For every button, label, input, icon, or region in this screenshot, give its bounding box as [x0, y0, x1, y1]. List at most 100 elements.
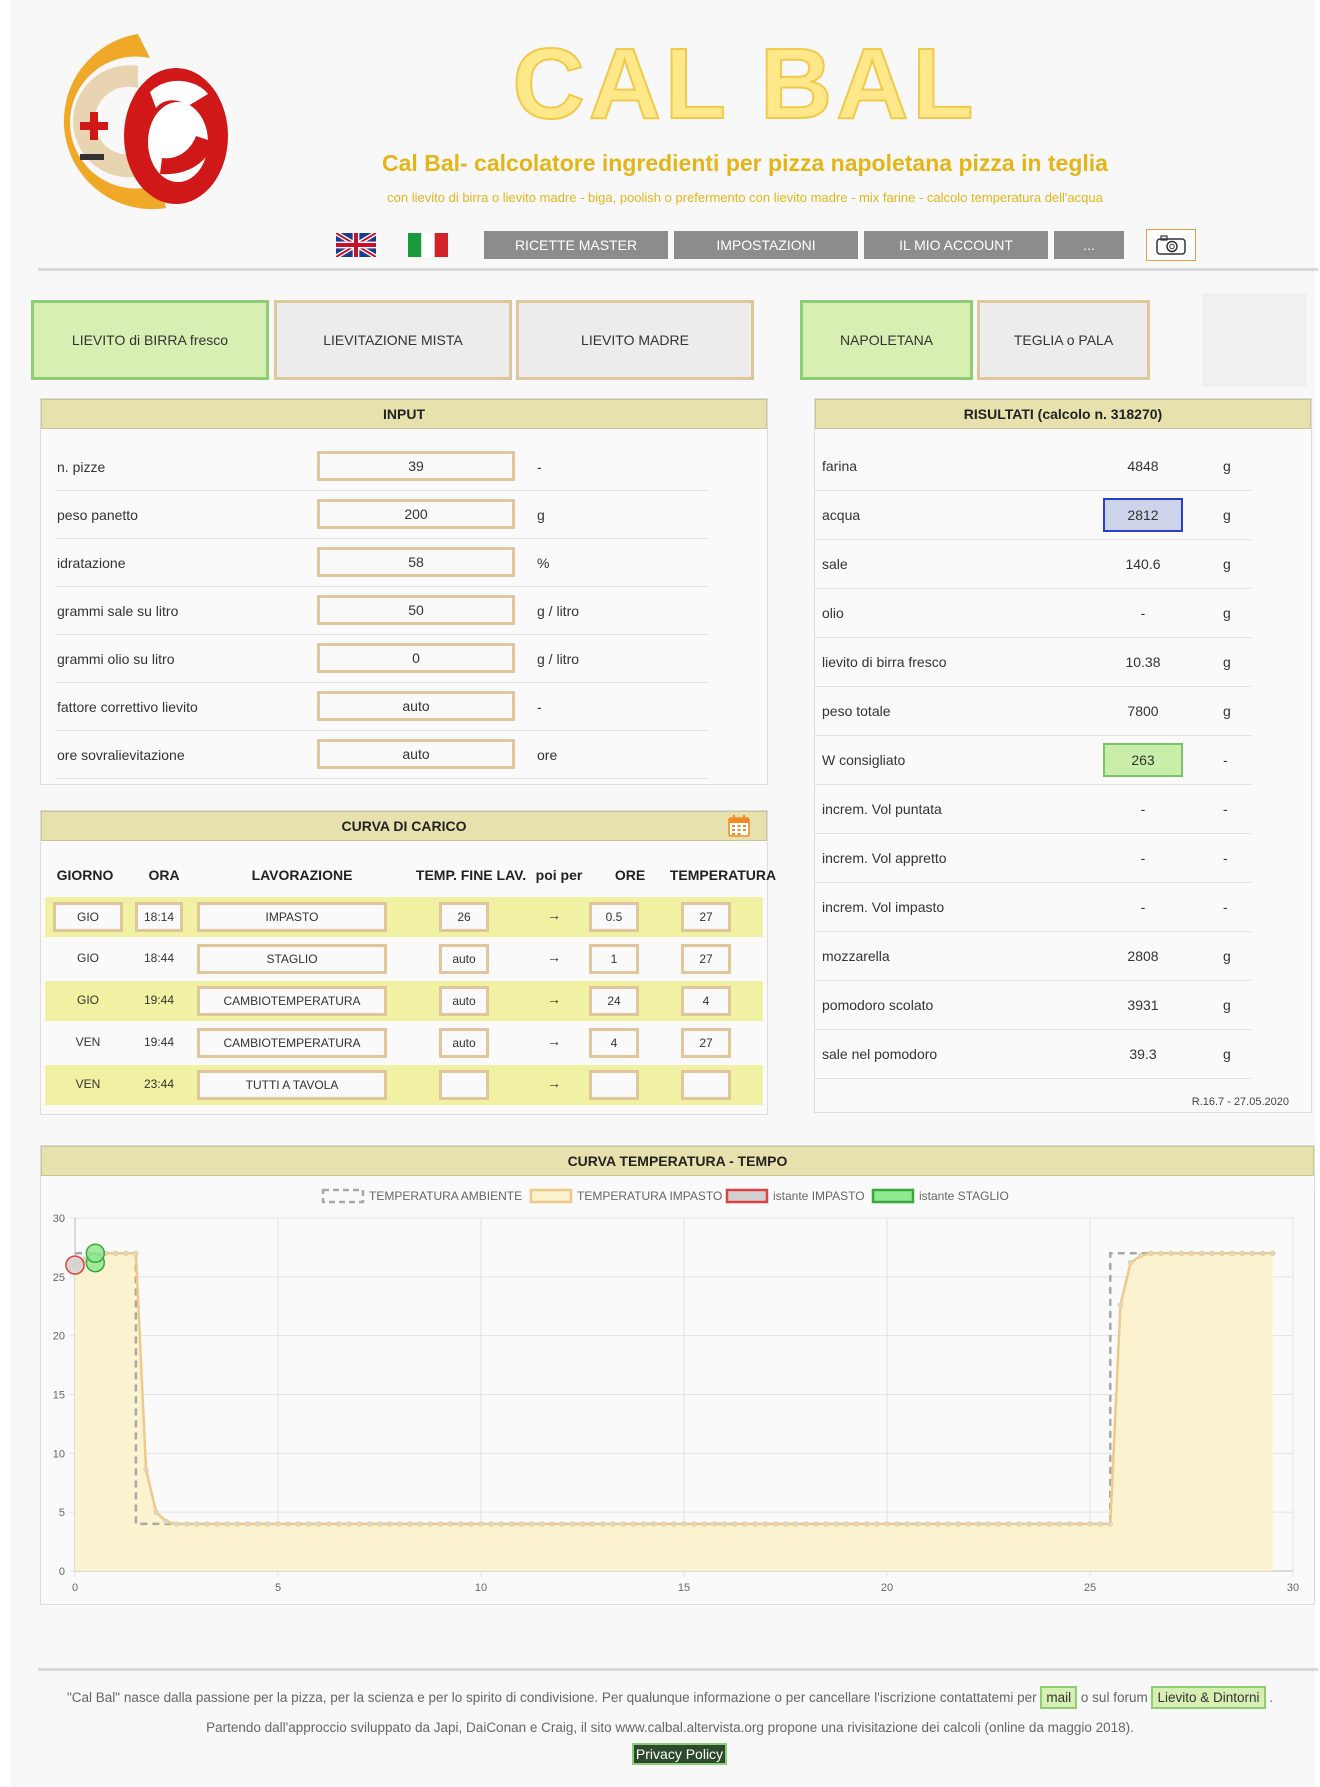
impasto-point — [478, 1521, 484, 1527]
app-subtitle: Cal Bal- calcolatore ingredienti per piz… — [382, 150, 1108, 176]
impasto-point — [955, 1521, 961, 1527]
result-value: 10.38 — [1125, 654, 1161, 670]
italy-flag-icon[interactable] — [408, 233, 448, 257]
temperatura-field[interactable]: 27 — [681, 902, 731, 932]
impasto-point — [904, 1521, 910, 1527]
lavorazione-select[interactable]: STAGLIO — [197, 944, 387, 974]
ore-field[interactable]: 1 — [589, 944, 639, 974]
ora-field[interactable]: 18:14 — [135, 902, 183, 932]
mail-link[interactable]: mail — [1040, 1686, 1078, 1709]
input-field[interactable]: 200 — [317, 499, 515, 529]
impasto-point — [386, 1521, 393, 1527]
temp-fine-field[interactable]: auto — [439, 944, 489, 974]
temperatura-field[interactable]: 4 — [681, 986, 731, 1016]
impasto-point — [133, 1250, 139, 1256]
x-tick-label: 15 — [678, 1582, 690, 1594]
ricette-master-button[interactable]: RICETTE MASTER — [484, 231, 668, 259]
temp-fine-field[interactable]: 26 — [439, 902, 489, 932]
lavorazione-select[interactable]: CAMBIOTEMPERATURA — [197, 1028, 387, 1058]
temperatura-field[interactable] — [681, 1070, 731, 1100]
giorno-text: VEN — [75, 1077, 101, 1091]
result-row: W consigliato 263 - — [815, 736, 1251, 785]
input-field[interactable]: auto — [317, 691, 515, 721]
result-label: lievito di birra fresco — [822, 654, 947, 670]
more-button[interactable]: ... — [1054, 231, 1124, 259]
impasto-point — [1107, 1521, 1113, 1527]
curve-header: poi per — [535, 867, 583, 883]
lavorazione-select[interactable]: TUTTI A TAVOLA — [197, 1070, 387, 1100]
result-unit: g — [1223, 948, 1231, 964]
temp-fine-field[interactable]: auto — [439, 1028, 489, 1058]
impasto-point — [661, 1521, 667, 1527]
arrow-icon: → — [547, 907, 561, 923]
impasto-point — [681, 1521, 687, 1527]
lavorazione-select[interactable]: IMPASTO — [197, 902, 387, 932]
impostazioni-button[interactable]: IMPOSTAZIONI — [674, 231, 858, 259]
temperatura-field[interactable]: 27 — [681, 944, 731, 974]
impasto-point — [356, 1521, 362, 1527]
ore-field[interactable]: 0.5 — [589, 902, 639, 932]
teglia-pala-button[interactable]: TEGLIA o PALA — [977, 300, 1150, 380]
results-panel-title: RISULTATI (calcolo n. 318270) — [815, 399, 1311, 429]
y-tick-label: 20 — [53, 1331, 65, 1343]
input-field[interactable]: 58 — [317, 547, 515, 577]
input-field[interactable]: 39 — [317, 451, 515, 481]
lievitazione-mista-button[interactable]: LIEVITAZIONE MISTA — [274, 300, 512, 380]
y-tick-label: 5 — [59, 1507, 65, 1519]
input-row: grammi olio su litro 0 g / litro — [55, 635, 709, 683]
impasto-point — [985, 1521, 992, 1527]
graph-panel: CURVA TEMPERATURA - TEMPO 0 5 10 15 20 25 30 0 5… — [40, 1145, 1315, 1605]
input-field[interactable]: 50 — [317, 595, 515, 625]
version-label: R.16.7 - 27.05.2020 — [1191, 1096, 1289, 1108]
camera-button[interactable] — [1146, 229, 1196, 261]
privacy-policy-button[interactable]: Privacy Policy — [632, 1743, 727, 1765]
result-unit: - — [1223, 752, 1228, 768]
temperatura-field[interactable]: 27 — [681, 1028, 731, 1058]
impasto-point — [447, 1521, 454, 1527]
input-field[interactable]: auto — [317, 739, 515, 769]
lievito-madre-button[interactable]: LIEVITO MADRE — [516, 300, 754, 380]
ore-field[interactable] — [589, 1070, 639, 1100]
legend-swatch — [321, 1188, 365, 1204]
y-tick-label: 10 — [53, 1448, 65, 1460]
impasto-point — [620, 1521, 626, 1527]
curve-header: ORE — [614, 867, 646, 883]
impasto-point — [1168, 1250, 1174, 1256]
result-label: farina — [822, 458, 858, 474]
lievito-birra-button[interactable]: LIEVITO di BIRRA fresco — [31, 300, 269, 380]
input-unit: ore — [537, 747, 558, 763]
uk-flag-icon[interactable] — [336, 233, 376, 257]
impasto-point — [346, 1521, 352, 1527]
result-row: increm. Vol impasto - - — [815, 883, 1251, 932]
result-value[interactable]: 2812 — [1103, 498, 1183, 532]
result-row: farina 4848 g — [815, 442, 1251, 491]
impasto-point — [285, 1521, 291, 1527]
ore-field[interactable]: 4 — [589, 1028, 639, 1058]
y-tick-label: 30 — [53, 1213, 65, 1225]
result-value[interactable]: 263 — [1103, 743, 1183, 777]
y-tick-label: 25 — [53, 1272, 65, 1284]
temp-fine-field[interactable]: auto — [439, 986, 489, 1016]
lavorazione-select[interactable]: CAMBIOTEMPERATURA — [197, 986, 387, 1016]
forum-link[interactable]: Lievito & Dintorni — [1151, 1686, 1266, 1709]
calendar-icon[interactable] — [728, 815, 750, 837]
curve-row: GIO 18:14 IMPASTO 26 → 0.5 27 — [45, 897, 763, 937]
input-field[interactable]: 0 — [317, 643, 515, 673]
impasto-point — [194, 1521, 200, 1527]
curva-carico-title-text: CURVA DI CARICO — [341, 818, 467, 834]
napoletana-button[interactable]: NAPOLETANA — [800, 300, 973, 380]
account-button[interactable]: IL MIO ACCOUNT — [864, 231, 1048, 259]
impasto-point — [336, 1521, 342, 1527]
temp-fine-field[interactable] — [439, 1070, 489, 1100]
result-row: sale nel pomodoro 39.3 g — [815, 1030, 1251, 1079]
giorno-field[interactable]: GIO — [53, 902, 123, 932]
impasto-point — [529, 1521, 535, 1527]
impasto-point — [914, 1521, 921, 1527]
ore-field[interactable]: 24 — [589, 986, 639, 1016]
impasto-point — [691, 1521, 697, 1527]
curve-header: GIORNO — [56, 867, 114, 883]
result-unit: g — [1223, 605, 1231, 621]
result-label: peso totale — [822, 703, 891, 719]
app-title: CAL BAL — [511, 28, 978, 140]
input-label: ore sovralievitazione — [57, 747, 185, 763]
